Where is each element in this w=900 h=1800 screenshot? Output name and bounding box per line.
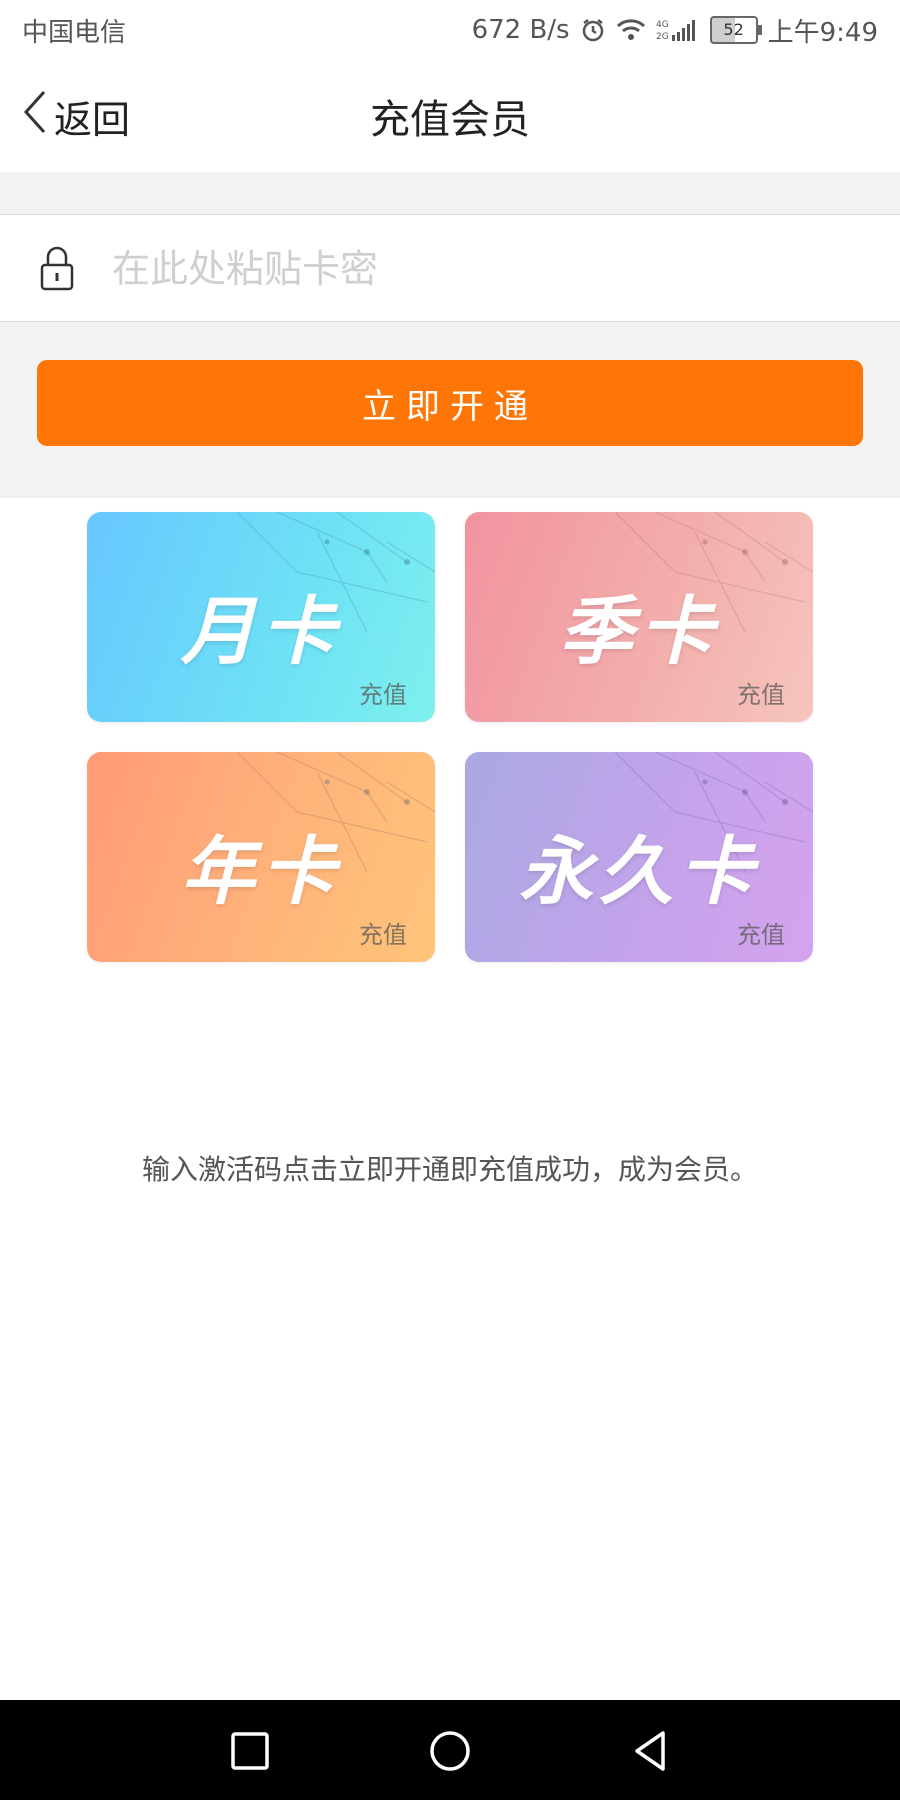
- clock: 上午9:49: [767, 17, 878, 48]
- battery-icon: 52: [709, 16, 762, 44]
- back-button[interactable]: 返回: [20, 86, 130, 146]
- navigation-bar: 返回 充值会员: [0, 60, 900, 172]
- carrier-label: 中国电信: [22, 17, 127, 48]
- card-title: 年卡: [181, 829, 341, 915]
- status-bar: 中国电信 672 B/s 4G 2G 52 上午9:49: [0, 0, 900, 60]
- card-title: 月卡: [181, 589, 341, 675]
- card-tag: 充值: [737, 921, 785, 949]
- year-card[interactable]: 年卡 充值: [87, 752, 435, 962]
- card-key-input[interactable]: [110, 237, 854, 301]
- card-title: 永久卡: [519, 829, 759, 915]
- circle-home-icon[interactable]: [425, 1726, 475, 1776]
- system-navigation-bar: [0, 1700, 900, 1800]
- square-recent-icon[interactable]: [225, 1726, 275, 1776]
- month-card[interactable]: 月卡 充值: [87, 512, 435, 722]
- submit-area: 立即开通: [0, 322, 900, 498]
- wifi-icon: [616, 18, 646, 42]
- alarm-icon: [580, 17, 606, 43]
- card-key-row: [0, 215, 900, 322]
- status-indicators: 672 B/s 4G 2G 52 上午9:49: [472, 12, 878, 49]
- lock-icon: [38, 245, 76, 291]
- chevron-left-icon: [20, 88, 48, 145]
- network-speed: 672 B/s: [471, 15, 570, 45]
- activate-button[interactable]: 立即开通: [37, 360, 863, 446]
- page-title: 充值会员: [370, 97, 530, 143]
- hint-text: 输入激活码点击立即开通即充值成功，成为会员。: [141, 1153, 758, 1186]
- card-tag: 充值: [737, 681, 785, 709]
- triangle-back-icon[interactable]: [625, 1726, 675, 1776]
- card-tag: 充值: [359, 921, 407, 949]
- card-title: 季卡: [559, 589, 719, 675]
- signal-icon: 4G 2G: [656, 17, 700, 43]
- divider-band: [0, 172, 900, 215]
- svg-text:4G: 4G: [656, 20, 669, 30]
- svg-text:2G: 2G: [656, 32, 669, 42]
- back-label: 返回: [54, 97, 131, 142]
- forever-card[interactable]: 永久卡 充值: [465, 752, 813, 962]
- card-tag: 充值: [359, 681, 407, 709]
- season-card[interactable]: 季卡 充值: [465, 512, 813, 722]
